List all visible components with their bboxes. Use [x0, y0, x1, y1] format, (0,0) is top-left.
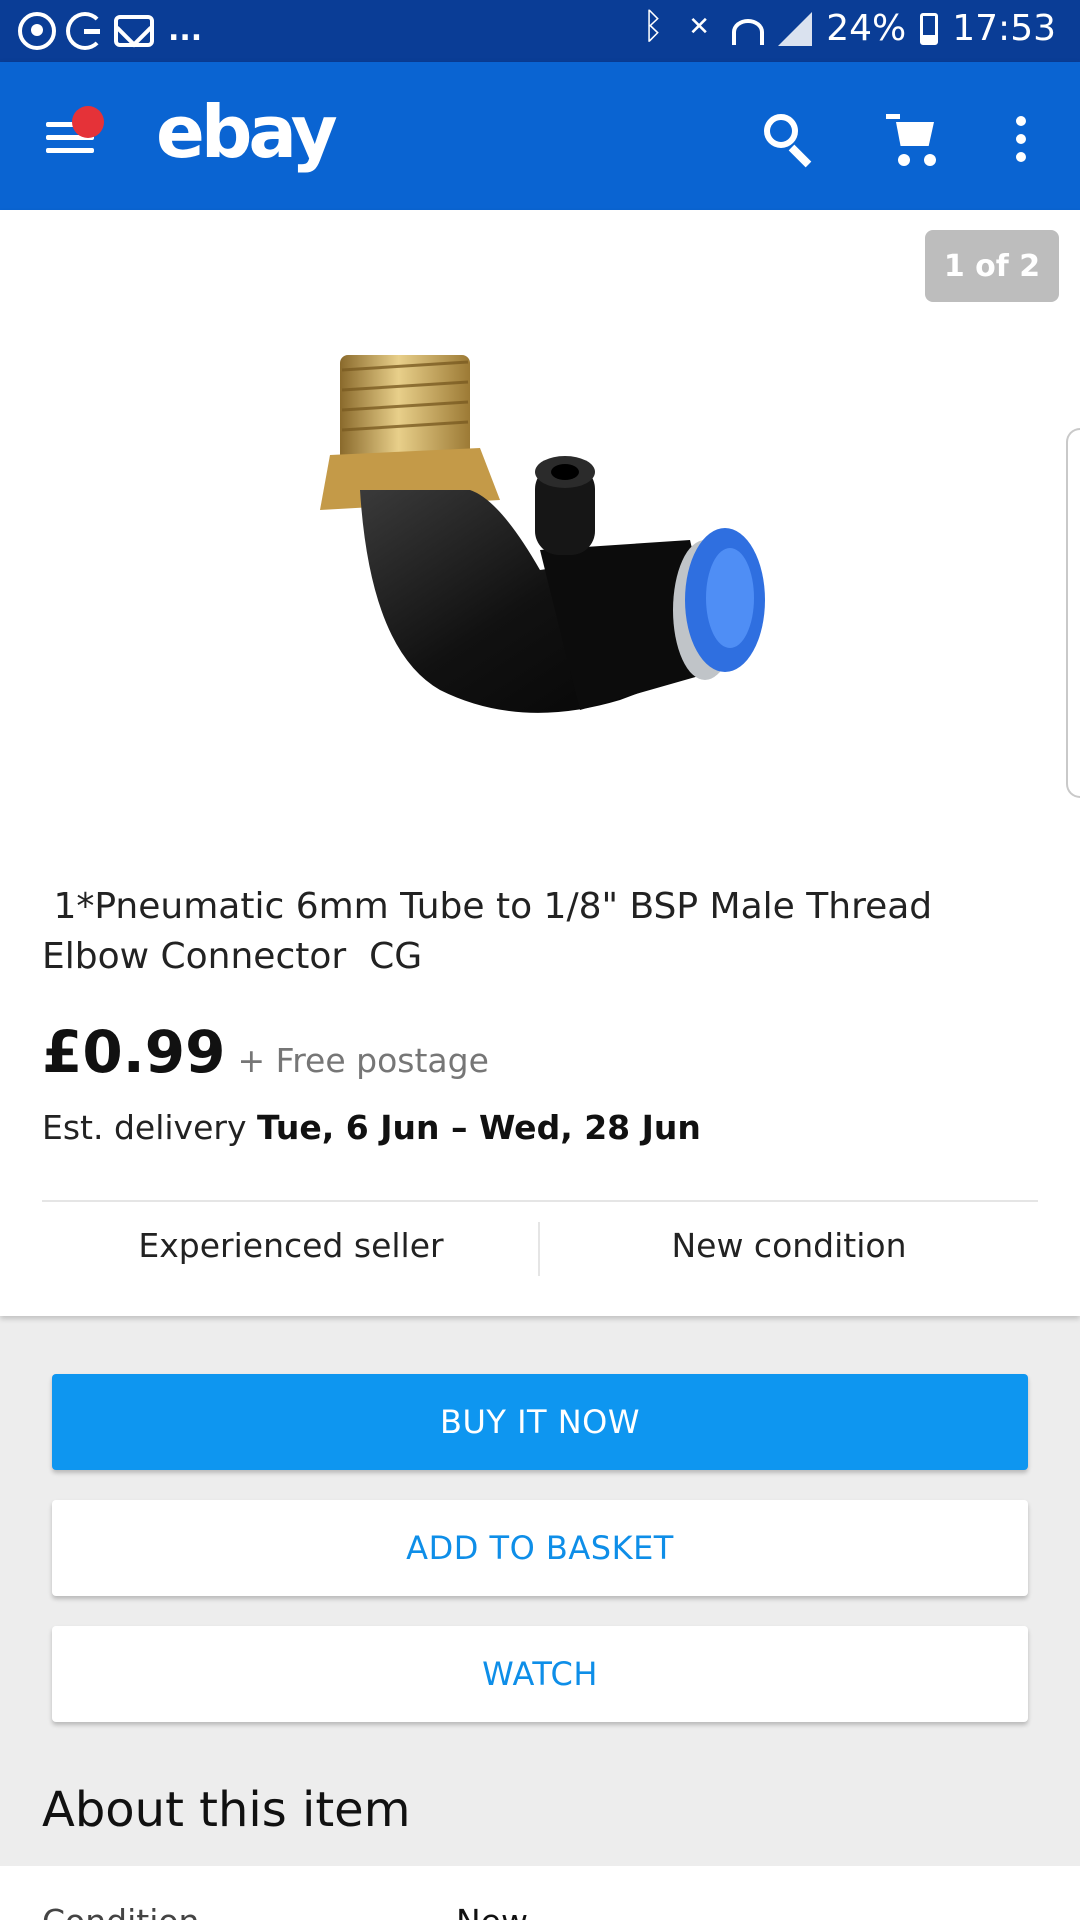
g-icon — [66, 12, 104, 50]
cart-button[interactable] — [886, 114, 942, 168]
add-to-basket-button[interactable]: ADD TO BASKET — [52, 1500, 1028, 1596]
seller-badge: Experienced seller — [138, 1226, 444, 1265]
condition-label: Condition — [42, 1902, 199, 1920]
delivery-estimate: Est. delivery Tue, 6 Jun – Wed, 28 Jun — [42, 1108, 701, 1147]
system-status: 24% 17:53 — [636, 6, 1056, 50]
delivery-range: Tue, 6 Jun – Wed, 28 Jun — [256, 1108, 701, 1147]
gallery-next-edge[interactable] — [1066, 428, 1080, 798]
condition-badge: New condition — [671, 1226, 907, 1265]
wifi-icon — [732, 18, 765, 45]
whatsapp-icon — [18, 12, 56, 50]
listing-card: 1 of 2 1*Pneumatic 6mm Tube to 1/8" BSP … — [0, 210, 1080, 1316]
price: £0.99 — [42, 1018, 226, 1086]
buy-it-now-button[interactable]: BUY IT NOW — [52, 1374, 1028, 1470]
postage-info: + Free postage — [237, 1041, 489, 1080]
app-bar: ebay — [0, 62, 1080, 210]
mail-icon — [114, 15, 154, 47]
image-pager: 1 of 2 — [925, 230, 1059, 302]
item-specifics-card: Condition New — [0, 1866, 1080, 1920]
cart-icon — [896, 122, 934, 146]
bluetooth-icon — [636, 6, 670, 47]
notification-icons: ... — [18, 12, 202, 50]
price-row: £0.99 + Free postage — [42, 1018, 489, 1086]
search-icon — [764, 114, 798, 148]
delivery-label: Est. delivery — [42, 1108, 247, 1147]
more-options-button[interactable] — [1012, 114, 1032, 164]
notification-dot — [72, 106, 104, 138]
about-heading: About this item — [42, 1782, 411, 1838]
watch-button[interactable]: WATCH — [52, 1626, 1028, 1722]
product-image[interactable] — [0, 250, 1080, 870]
condition-value: New — [456, 1902, 528, 1920]
more-notifications-indicator: ... — [168, 13, 203, 48]
status-bar: ... 24% 17:53 — [0, 0, 1080, 62]
divider — [42, 1200, 1038, 1202]
signal-icon — [778, 11, 813, 46]
clock: 17:53 — [952, 8, 1056, 49]
search-button[interactable] — [760, 110, 816, 168]
ebay-logo[interactable]: ebay — [156, 90, 338, 174]
battery-percent: 24% — [826, 8, 907, 49]
more-vert-icon — [1016, 116, 1026, 126]
elbow-connector-image — [320, 355, 765, 713]
battery-icon — [920, 12, 939, 45]
mute-icon — [684, 12, 718, 46]
listing-title: 1*Pneumatic 6mm Tube to 1/8" BSP Male Th… — [42, 886, 944, 977]
